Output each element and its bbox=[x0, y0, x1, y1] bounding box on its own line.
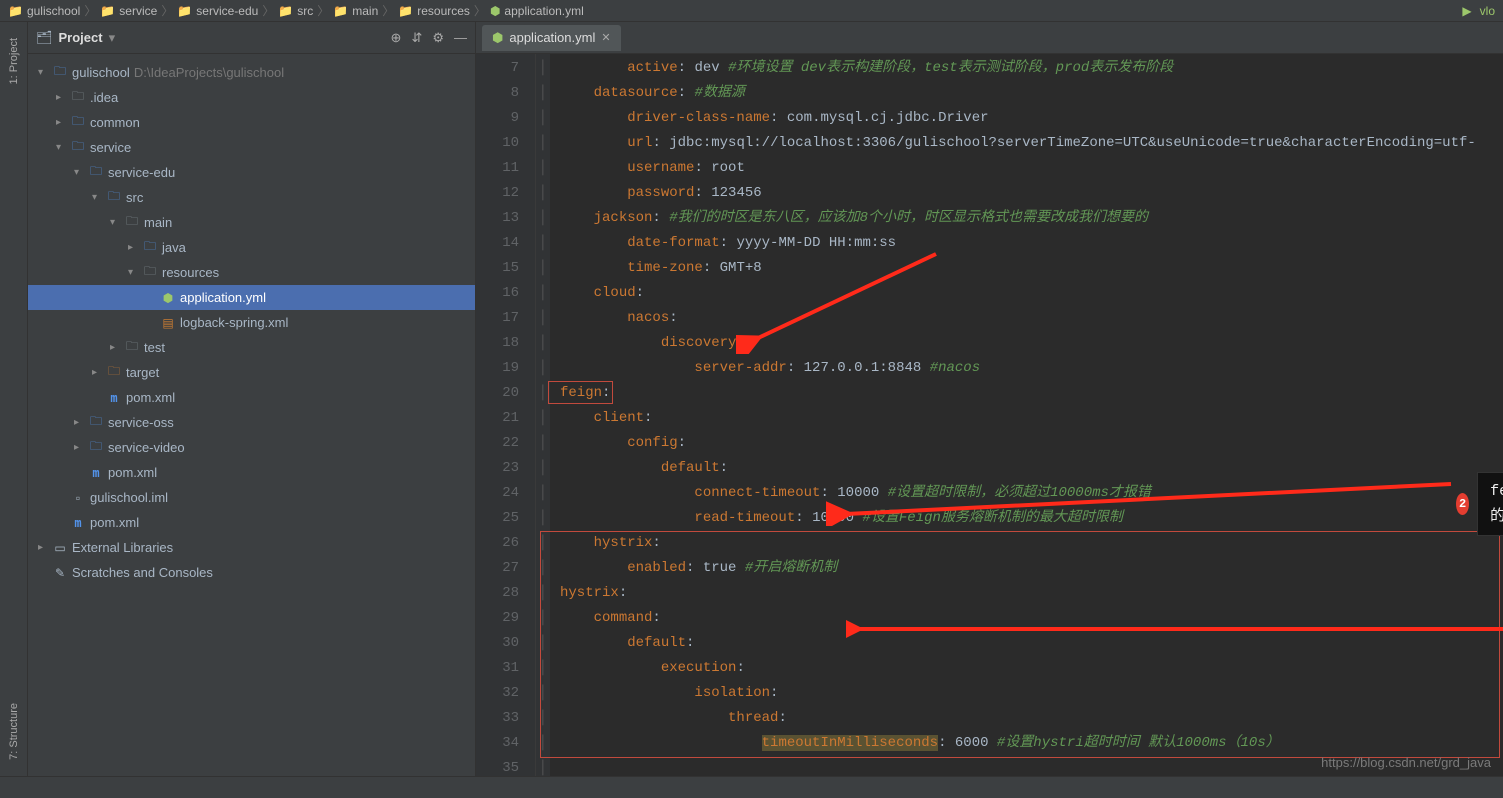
chevron-down-icon[interactable]: ▾ bbox=[109, 30, 116, 46]
breadcrumb-item[interactable]: 📁resources bbox=[398, 4, 470, 18]
tree-item-test[interactable]: ▸🗀test bbox=[28, 335, 475, 360]
editor-tabs: ⬢ application.yml ✕ bbox=[476, 22, 1503, 54]
breadcrumb-item[interactable]: 📁service-edu bbox=[177, 4, 258, 18]
tree-item-java[interactable]: ▸🗀java bbox=[28, 235, 475, 260]
tree-item-service-video[interactable]: ▸🗀service-video bbox=[28, 435, 475, 460]
panel-title: Project bbox=[59, 30, 103, 45]
tree-item-scratches-and-consoles[interactable]: ✎Scratches and Consoles bbox=[28, 560, 475, 585]
tree-item-pom-xml[interactable]: mpom.xml bbox=[28, 510, 475, 535]
tab-application-yml[interactable]: ⬢ application.yml ✕ bbox=[482, 25, 621, 51]
tree-item-service[interactable]: ▾🗀service bbox=[28, 135, 475, 160]
fold-gutter[interactable]: │││││││││││││││││││││││││││││ bbox=[536, 54, 550, 776]
breadcrumb-item[interactable]: 📁gulischool bbox=[8, 4, 80, 18]
watermark: https://blog.csdn.net/grd_java bbox=[1321, 755, 1491, 770]
breadcrumb-item[interactable]: ⬢application.yml bbox=[490, 4, 584, 18]
tree-item-target[interactable]: ▸🗀target bbox=[28, 360, 475, 385]
tree-item-pom-xml[interactable]: mpom.xml bbox=[28, 385, 475, 410]
code-editor[interactable]: 7891011121314151617181920212223242526272… bbox=[476, 54, 1503, 776]
gear-icon[interactable]: ⚙ bbox=[432, 30, 444, 46]
tree-item-logback-spring-xml[interactable]: ▤logback-spring.xml bbox=[28, 310, 475, 335]
structure-tool-button[interactable]: 7: Structure bbox=[8, 697, 20, 766]
annotation-badge: 2 bbox=[1456, 493, 1469, 515]
tree-item-gulischool-iml[interactable]: ▫gulischool.iml bbox=[28, 485, 475, 510]
breadcrumb-item[interactable]: 📁main bbox=[333, 4, 378, 18]
tree-item-external-libraries[interactable]: ▸▭External Libraries bbox=[28, 535, 475, 560]
tree-item-application-yml[interactable]: ⬢application.yml bbox=[28, 285, 475, 310]
project-view-icon: 🗂 bbox=[36, 30, 53, 46]
editor-area: ⬢ application.yml ✕ 78910111213141516171… bbox=[476, 22, 1503, 776]
annotation-2: 2 feign的配置 bbox=[1456, 472, 1503, 536]
tab-label: application.yml bbox=[509, 30, 595, 45]
tree-item-service-edu[interactable]: ▾🗀service-edu bbox=[28, 160, 475, 185]
tool-window-bar: 1: Project 7: Structure bbox=[0, 22, 28, 776]
project-panel: 🗂 Project ▾ ⊕ ⇵ ⚙ — ▾🗀gulischool D:\Idea… bbox=[28, 22, 476, 776]
target-icon[interactable]: ⊕ bbox=[391, 30, 402, 46]
project-tool-button[interactable]: 1: Project bbox=[8, 32, 20, 90]
tree-item-main[interactable]: ▾🗀main bbox=[28, 210, 475, 235]
breadcrumb-item[interactable]: 📁src bbox=[278, 4, 313, 18]
status-bar bbox=[0, 776, 1503, 798]
run-config[interactable]: ▶ vlo bbox=[1462, 0, 1495, 22]
breadcrumb: 📁gulischool 〉 📁service 〉 📁service-edu 〉 … bbox=[0, 0, 1503, 22]
breadcrumb-item[interactable]: 📁service bbox=[100, 4, 157, 18]
tree-item-resources[interactable]: ▾🗀resources bbox=[28, 260, 475, 285]
tree-item-pom-xml[interactable]: mpom.xml bbox=[28, 460, 475, 485]
line-gutter: 7891011121314151617181920212223242526272… bbox=[476, 54, 536, 776]
tree-item--idea[interactable]: ▸🗀.idea bbox=[28, 85, 475, 110]
tree-item-common[interactable]: ▸🗀common bbox=[28, 110, 475, 135]
code-content[interactable]: active: dev #环境设置 dev表示构建阶段，test表示测试阶段，p… bbox=[550, 54, 1503, 776]
hide-icon[interactable]: — bbox=[454, 30, 467, 46]
close-icon[interactable]: ✕ bbox=[601, 31, 610, 44]
project-tree[interactable]: ▾🗀gulischool D:\IdeaProjects\gulischool▸… bbox=[28, 54, 475, 776]
tree-item-src[interactable]: ▾🗀src bbox=[28, 185, 475, 210]
annotation-label: feign的配置 bbox=[1477, 472, 1503, 536]
tree-item-service-oss[interactable]: ▸🗀service-oss bbox=[28, 410, 475, 435]
tree-item-gulischool[interactable]: ▾🗀gulischool D:\IdeaProjects\gulischool bbox=[28, 60, 475, 85]
yml-icon: ⬢ bbox=[492, 30, 503, 46]
collapse-icon[interactable]: ⇵ bbox=[411, 30, 422, 46]
